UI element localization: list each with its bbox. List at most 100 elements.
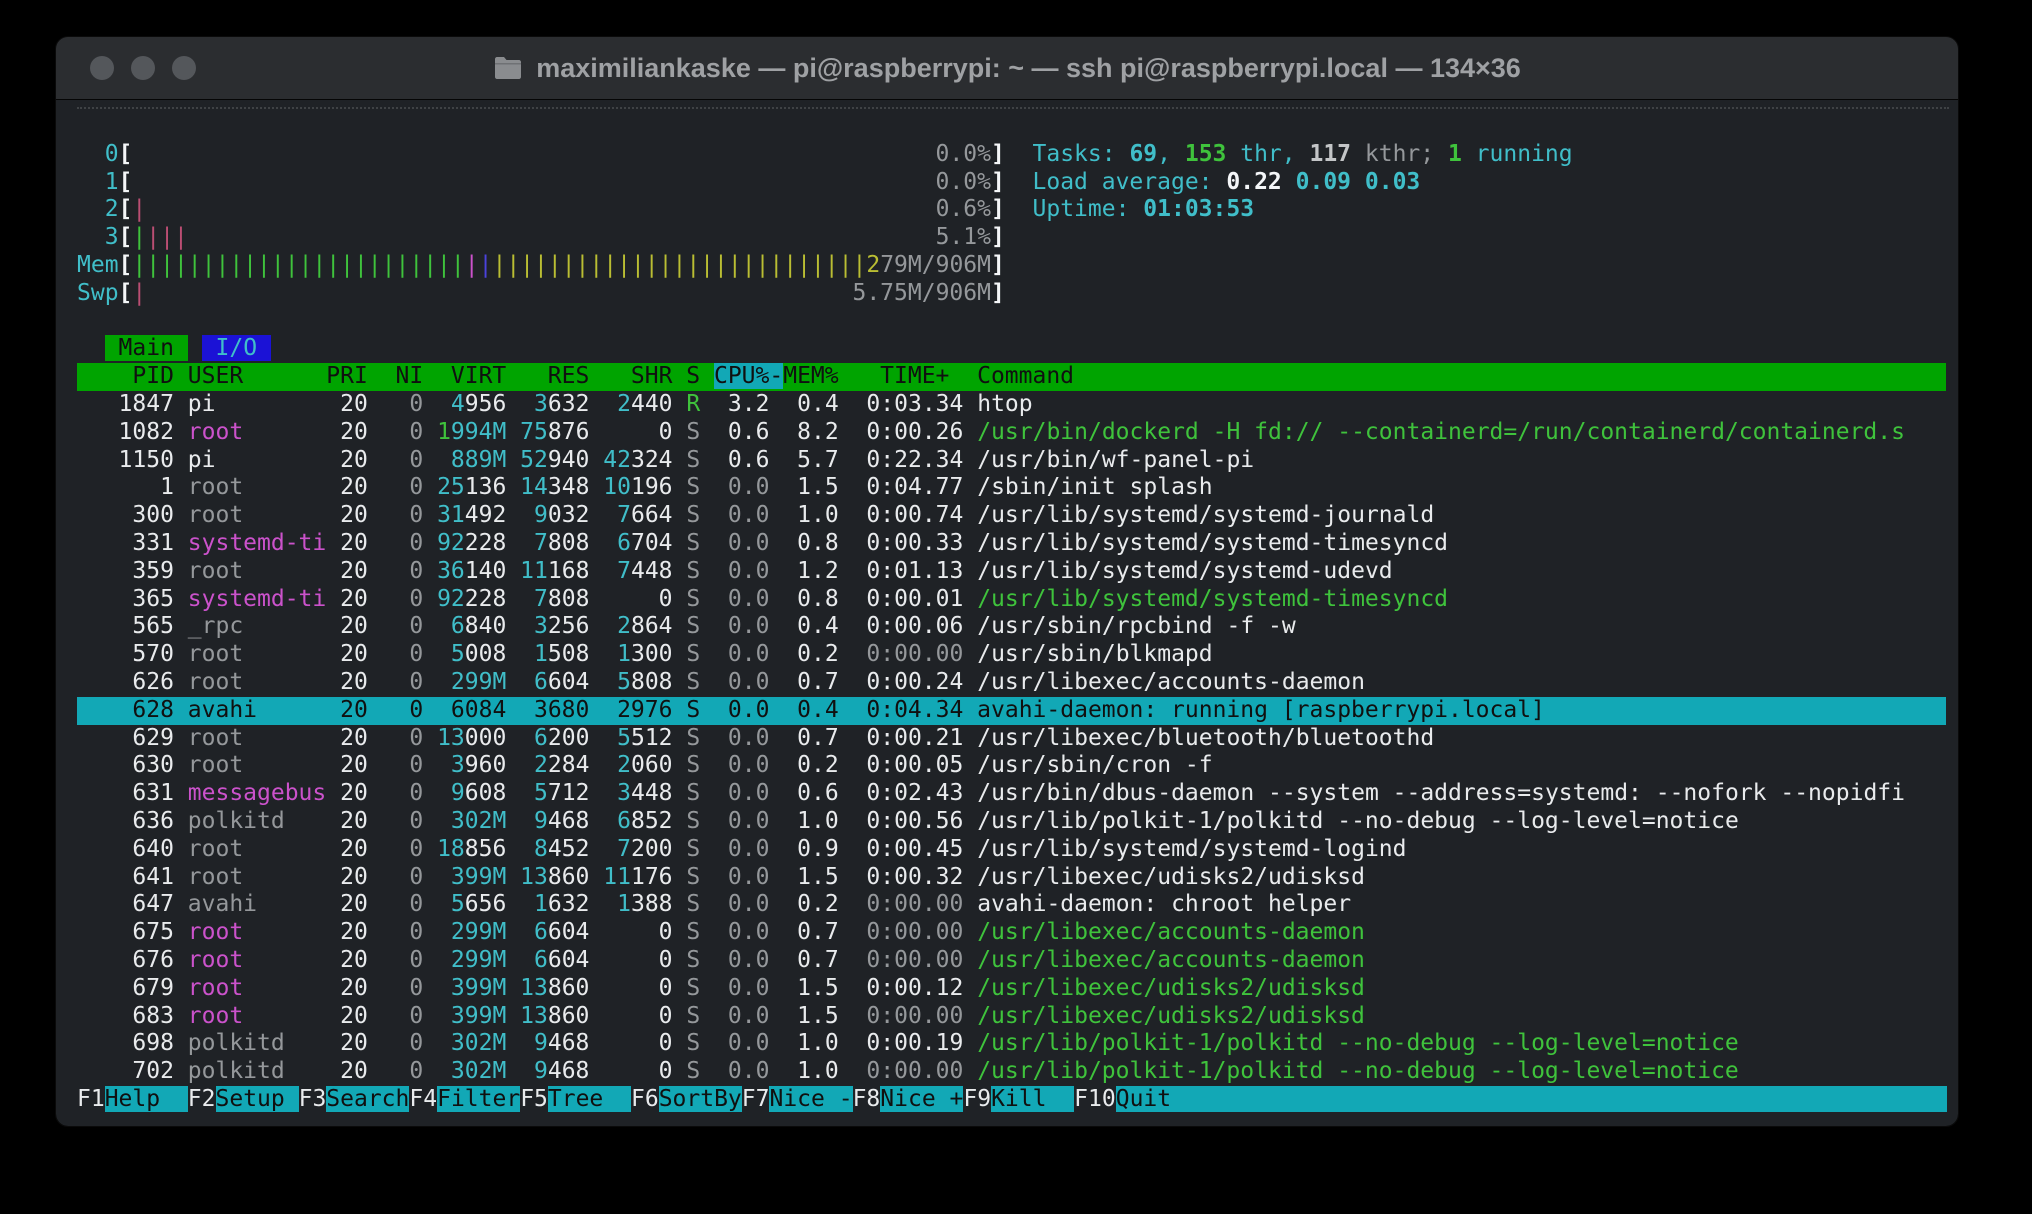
process-row[interactable]: 631 messagebus 20 0 9608 5712 3448 S 0.0…: [77, 780, 1946, 808]
text-segment: /usr/libexec/udisks2/udisksd: [977, 864, 1365, 890]
text-segment: 331: [77, 530, 188, 556]
process-row[interactable]: 300 root 20 0 31492 9032 7664 S 0.0 1.0 …: [77, 502, 1946, 530]
text-segment: 9: [534, 1058, 548, 1084]
text-segment: 0:00.21: [839, 725, 977, 751]
prompt-mark-line: [77, 107, 1949, 109]
fkey-quit[interactable]: Quit: [1116, 1086, 1171, 1112]
fkey-nice-plus[interactable]: Nice +: [880, 1086, 963, 1112]
process-row[interactable]: 636 polkitd 20 0 302M 9468 6852 S 0.0 1.…: [77, 808, 1946, 836]
process-row[interactable]: 630 root 20 0 3960 2284 2060 S 0.0 0.2 0…: [77, 752, 1946, 780]
close-button[interactable]: [90, 56, 114, 80]
text-segment: /usr/libexec/accounts-daemon: [977, 947, 1365, 973]
text-segment: 0:00.01: [839, 586, 977, 612]
fkey-f4[interactable]: F4: [409, 1086, 437, 1112]
header-columns[interactable]: PID USER PRI NI VIRT RES SHR S: [77, 363, 714, 389]
table-header-row[interactable]: PID USER PRI NI VIRT RES SHR S CPU%-MEM%…: [77, 363, 1946, 391]
process-row[interactable]: 1150 pi 20 0 889M 52940 42324 S 0.6 5.7 …: [77, 447, 1946, 475]
process-row[interactable]: 626 root 20 0 299M 6604 5808 S 0.0 0.7 0…: [77, 669, 1946, 697]
text-segment: 0:04.77: [839, 474, 977, 500]
fkey-f1[interactable]: F1: [77, 1086, 105, 1112]
text-segment: S: [673, 947, 701, 973]
text-segment: 0.7: [769, 947, 838, 973]
process-row[interactable]: 1 root 20 0 25136 14348 10196 S 0.0 1.5 …: [77, 474, 1946, 502]
text-segment: 0.6: [769, 780, 838, 806]
fkey-search[interactable]: Search: [326, 1086, 409, 1112]
text-segment: Swp: [77, 280, 119, 306]
process-row[interactable]: 629 root 20 0 13000 6200 5512 S 0.0 0.7 …: [77, 725, 1946, 753]
text-segment: 365: [77, 586, 188, 612]
process-row[interactable]: 641 root 20 0 399M 13860 11176 S 0.0 1.5…: [77, 864, 1946, 892]
process-row[interactable]: 1082 root 20 0 1994M 75876 0 S 0.6 8.2 0…: [77, 419, 1946, 447]
process-row[interactable]: 628 avahi 20 0 6084 3680 2976 S 0.0 0.4 …: [77, 697, 1946, 725]
text-segment: [423, 641, 451, 667]
fkey-f9[interactable]: F9: [963, 1086, 991, 1112]
text-segment: S: [673, 474, 701, 500]
fkey-f3[interactable]: F3: [299, 1086, 327, 1112]
text-segment: 0: [368, 752, 423, 778]
text-segment: [1005, 169, 1033, 195]
tab-main[interactable]: Main: [105, 335, 188, 361]
fkey-sortby[interactable]: SortBy: [659, 1086, 742, 1112]
process-row[interactable]: 331 systemd-ti 20 0 92228 7808 6704 S 0.…: [77, 530, 1946, 558]
zoom-button[interactable]: [172, 56, 196, 80]
text-segment: /usr/lib/polkit-1/polkitd --no-debug --l…: [977, 1030, 1739, 1056]
fkey-f7[interactable]: F7: [742, 1086, 770, 1112]
text-segment: 6084: [423, 697, 506, 723]
process-row[interactable]: 570 root 20 0 5008 1508 1300 S 0.0 0.2 0…: [77, 641, 1946, 669]
fkey-f8[interactable]: F8: [853, 1086, 881, 1112]
fkey-filter[interactable]: Filter: [437, 1086, 520, 1112]
text-segment: 636: [77, 808, 188, 834]
text-segment: 117: [1309, 141, 1351, 167]
process-row[interactable]: 359 root 20 0 36140 11168 7448 S 0.0 1.2…: [77, 558, 1946, 586]
text-segment: 20: [326, 975, 368, 1001]
text-segment: 0.0: [700, 947, 769, 973]
process-row[interactable]: 640 root 20 0 18856 8452 7200 S 0.0 0.9 …: [77, 836, 1946, 864]
text-segment: ]: [991, 141, 1005, 167]
process-row[interactable]: 679 root 20 0 399M 13860 0 S 0.0 1.5 0:0…: [77, 975, 1946, 1003]
text-segment: [423, 975, 451, 1001]
tab-io[interactable]: I/O: [202, 335, 271, 361]
text-segment: 712: [548, 780, 590, 806]
fkey-tree[interactable]: Tree: [548, 1086, 631, 1112]
process-row[interactable]: 683 root 20 0 399M 13860 0 S 0.0 1.5 0:0…: [77, 1003, 1946, 1031]
text-segment: 440: [631, 391, 673, 417]
text-segment: S: [673, 725, 701, 751]
text-segment: [423, 474, 437, 500]
header-sort-cpu[interactable]: CPU%-: [714, 363, 783, 389]
fkey-f6[interactable]: F6: [631, 1086, 659, 1112]
process-row[interactable]: 647 avahi 20 0 5656 1632 1388 S 0.0 0.2 …: [77, 891, 1946, 919]
text-segment: [423, 752, 451, 778]
text-segment: 0.7: [769, 919, 838, 945]
text-segment: 0:00.33: [839, 530, 977, 556]
text-segment: 0:00.05: [839, 752, 977, 778]
process-row[interactable]: 702 polkitd 20 0 302M 9468 0 S 0.0 1.0 0…: [77, 1058, 1946, 1086]
text-segment: /usr/sbin/rpcbind -f -w: [977, 613, 1296, 639]
minimize-button[interactable]: [131, 56, 155, 80]
text-segment: 6: [534, 919, 548, 945]
process-row[interactable]: 365 systemd-ti 20 0 92228 7808 0 S 0.0 0…: [77, 586, 1946, 614]
fkey-f10[interactable]: F10: [1074, 1086, 1116, 1112]
process-row[interactable]: 1847 pi 20 0 4956 3632 2440 R 3.2 0.4 0:…: [77, 391, 1946, 419]
text-segment: 20: [326, 391, 368, 417]
text-segment: 626: [77, 669, 188, 695]
process-row[interactable]: 698 polkitd 20 0 302M 9468 0 S 0.0 1.0 0…: [77, 1030, 1946, 1058]
fkey-f5[interactable]: F5: [520, 1086, 548, 1112]
text-segment: [506, 919, 534, 945]
text-segment: [506, 1030, 534, 1056]
text-segment: 13: [520, 864, 548, 890]
process-row[interactable]: 565 _rpc 20 0 6840 3256 2864 S 0.0 0.4 0…: [77, 613, 1946, 641]
text-segment: 0:00.00: [839, 1003, 977, 1029]
header-columns-right[interactable]: MEM% TIME+ Command: [783, 363, 1074, 389]
text-segment: 2: [617, 613, 631, 639]
fkey-f2[interactable]: F2: [188, 1086, 216, 1112]
fkey-kill[interactable]: Kill: [991, 1086, 1074, 1112]
text-segment: [506, 391, 534, 417]
process-row[interactable]: 675 root 20 0 299M 6604 0 S 0.0 0.7 0:00…: [77, 919, 1946, 947]
fkey-setup[interactable]: Setup: [216, 1086, 299, 1112]
text-segment: /usr/libexec/udisks2/udisksd: [977, 1003, 1365, 1029]
fkey-nice-minus[interactable]: Nice -: [769, 1086, 852, 1112]
fkey-help[interactable]: Help: [105, 1086, 188, 1112]
text-segment: 5: [617, 669, 631, 695]
process-row[interactable]: 676 root 20 0 299M 6604 0 S 0.0 0.7 0:00…: [77, 947, 1946, 975]
text-segment: 647: [77, 891, 188, 917]
